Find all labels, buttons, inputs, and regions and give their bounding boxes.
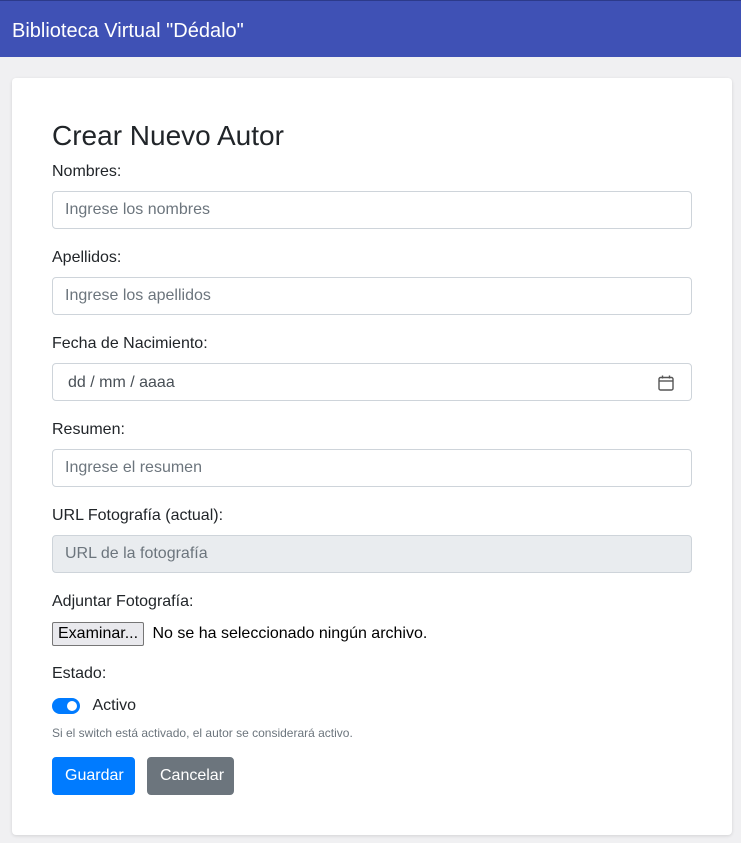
resumen-label: Resumen: [52,421,125,438]
apellidos-input[interactable] [52,277,692,315]
url-foto-input [52,535,692,573]
estado-switch-label[interactable]: Activo [92,696,136,716]
resumen-input[interactable] [52,449,692,487]
page-title: Crear Nuevo Autor [52,120,284,151]
apellidos-label: Apellidos: [52,249,122,266]
estado-label: Estado: [52,665,107,682]
fecha-nacimiento-label: Fecha de Nacimiento: [52,335,208,352]
form-card: Crear Nuevo Autor Nombres: Apellidos: Fe… [12,78,732,835]
estado-switch-row: Activo [52,696,136,716]
brand-title[interactable]: Biblioteca Virtual "Dédalo" [12,19,244,43]
adjuntar-label: Adjuntar Fotografía: [52,593,194,610]
url-foto-label: URL Fotografía (actual): [52,507,224,524]
calendar-icon[interactable] [657,374,675,392]
file-status-text: No se ha seleccionado ningún archivo. [152,625,428,642]
estado-help-text: Si el switch está activado, el autor se … [52,726,353,740]
estado-switch[interactable] [52,698,80,714]
cancelar-button[interactable]: Cancelar [147,757,234,795]
switch-knob [67,701,77,711]
file-upload: Examinar... No se ha seleccionado ningún… [52,622,427,646]
nombres-input[interactable] [52,191,692,229]
guardar-button[interactable]: Guardar [52,757,135,795]
date-format-text: dd / mm / aaaa [68,374,175,391]
navbar: Biblioteca Virtual "Dédalo" [0,0,741,57]
examinar-button[interactable]: Examinar... [52,622,145,646]
nombres-label: Nombres: [52,163,122,180]
fecha-nacimiento-input[interactable]: dd / mm / aaaa [52,363,692,401]
